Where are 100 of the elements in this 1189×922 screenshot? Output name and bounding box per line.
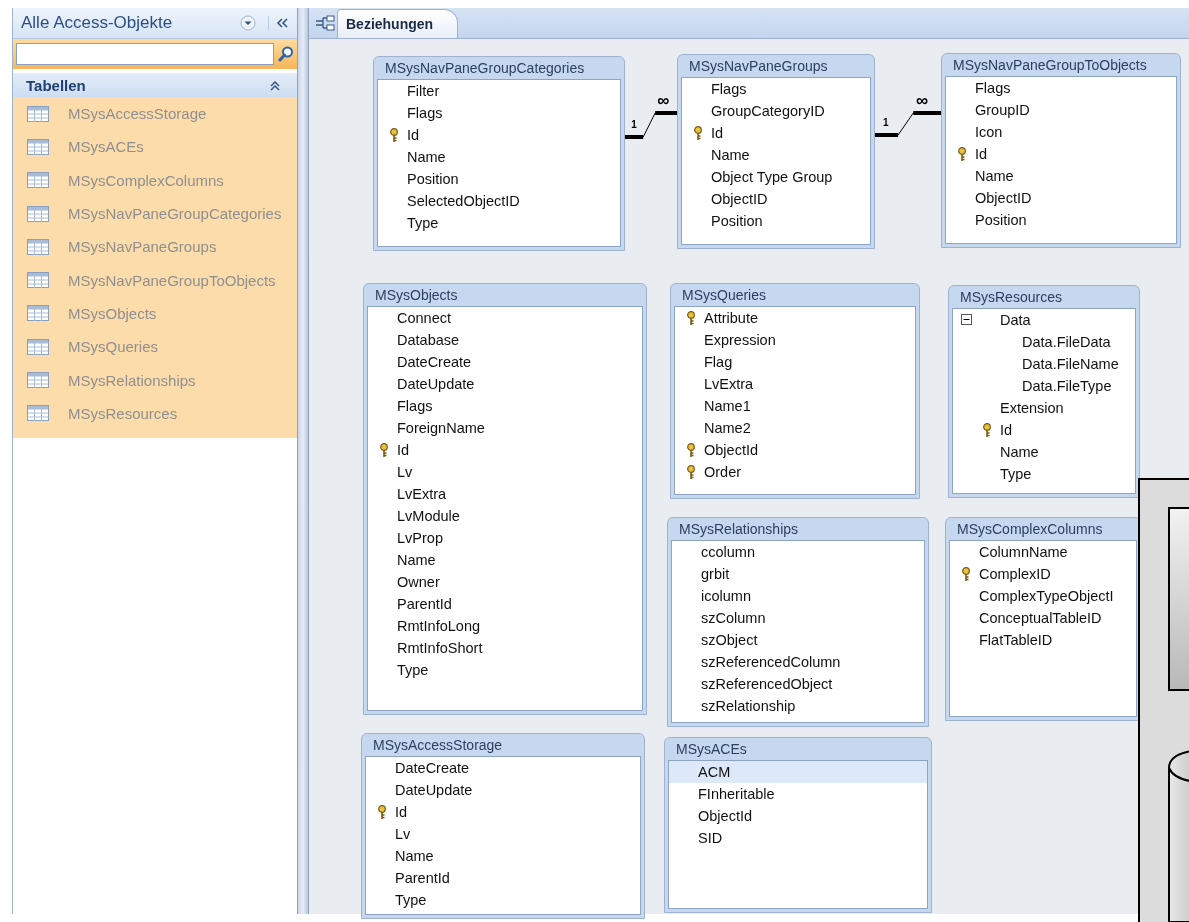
table-title[interactable]: MSysNavPaneGroupToObjects: [945, 54, 1177, 76]
table-title[interactable]: MSysQueries: [674, 284, 916, 306]
field-row[interactable]: szReferencedObject: [672, 673, 924, 695]
field-row[interactable]: Id: [682, 122, 870, 144]
field-row[interactable]: Data.FileData: [953, 331, 1135, 353]
field-row[interactable]: Flags: [946, 77, 1176, 99]
field-row[interactable]: szReferencedColumn: [672, 651, 924, 673]
field-row[interactable]: icolumn: [672, 585, 924, 607]
tab[interactable]: Beziehungen: [337, 9, 459, 38]
field-row[interactable]: SelectedObjectID: [378, 190, 620, 212]
field-row[interactable]: DateCreate: [368, 351, 642, 373]
table-title[interactable]: MSysRelationships: [671, 518, 925, 540]
table-card[interactable]: MSysObjects Connect Database DateCreate DateUpdate Flags ForeignName Id Lv LvExtra LvModule LvProp Name Owner ParentId RmtInfoLong RmtInfoShort Type: [363, 283, 647, 715]
field-row[interactable]: Name: [946, 165, 1176, 187]
field-row[interactable]: ComplexID: [950, 563, 1136, 585]
field-row[interactable]: Object Type Group: [682, 166, 870, 188]
table-card[interactable]: MSysQueries Attribute Expression Flag LvExtra Name1 Name2 ObjectId Order: [670, 283, 920, 499]
field-row[interactable]: FInheritable: [669, 783, 927, 805]
field-row[interactable]: LvExtra: [675, 373, 915, 395]
field-row[interactable]: Flags: [368, 395, 642, 417]
table-card[interactable]: MSysACEs ACM FInheritable ObjectId SID: [664, 737, 932, 913]
field-row[interactable]: Data.FileType: [953, 375, 1135, 397]
field-row[interactable]: Expression: [675, 329, 915, 351]
table-card[interactable]: MSysAccessStorage DateCreate DateUpdate Id Lv Name ParentId Type: [361, 733, 645, 919]
field-row[interactable]: Name: [368, 549, 642, 571]
field-row[interactable]: Connect: [368, 307, 642, 329]
field-row[interactable]: Lv: [368, 461, 642, 483]
field-row[interactable]: DateUpdate: [366, 779, 640, 801]
field-row[interactable]: ObjectId: [675, 439, 915, 461]
field-row[interactable]: RmtInfoShort: [368, 637, 642, 659]
table-card[interactable]: MSysComplexColumns ColumnName ComplexID ComplexTypeObjectI ConceptualTableID FlatTableID: [945, 517, 1141, 721]
table-title[interactable]: MSysAccessStorage: [365, 734, 641, 756]
field-row[interactable]: Flags: [378, 102, 620, 124]
field-row[interactable]: Type: [378, 212, 620, 234]
table-title[interactable]: MSysNavPaneGroups: [681, 55, 871, 77]
field-row[interactable]: Type: [368, 659, 642, 681]
field-row[interactable]: ccolumn: [672, 541, 924, 563]
field-row[interactable]: Attribute: [675, 307, 915, 329]
collapse-icon[interactable]: [961, 314, 972, 325]
field-row[interactable]: ComplexTypeObjectI: [950, 585, 1136, 607]
field-row[interactable]: ACM: [669, 761, 927, 783]
field-row[interactable]: Name: [953, 441, 1135, 463]
field-row[interactable]: FlatTableID: [950, 629, 1136, 651]
table-card[interactable]: MSysNavPaneGroupToObjects Flags GroupID Icon Id Name ObjectID Position: [941, 53, 1181, 248]
search-icon[interactable]: [278, 46, 294, 62]
field-row[interactable]: Id: [946, 143, 1176, 165]
field-row[interactable]: Name: [682, 144, 870, 166]
field-row[interactable]: ParentId: [366, 867, 640, 889]
field-row[interactable]: ForeignName: [368, 417, 642, 439]
field-row[interactable]: Data: [953, 309, 1135, 331]
relationship-line[interactable]: [873, 111, 943, 137]
field-row[interactable]: DateUpdate: [368, 373, 642, 395]
field-row[interactable]: Flag: [675, 351, 915, 373]
field-row[interactable]: Id: [366, 801, 640, 823]
field-row[interactable]: ParentId: [368, 593, 642, 615]
field-row[interactable]: szRelationship: [672, 695, 924, 717]
field-row[interactable]: Position: [378, 168, 620, 190]
relationship-line[interactable]: [623, 111, 679, 139]
field-row[interactable]: Id: [953, 419, 1135, 441]
field-row[interactable]: Filter: [378, 80, 620, 102]
table-title[interactable]: MSysResources: [952, 286, 1136, 308]
field-row[interactable]: Extension: [953, 397, 1135, 419]
field-row[interactable]: Name: [378, 146, 620, 168]
field-row[interactable]: Data.FileName: [953, 353, 1135, 375]
field-row[interactable]: ObjectID: [682, 188, 870, 210]
table-title[interactable]: MSysObjects: [367, 284, 643, 306]
field-row[interactable]: ObjectID: [946, 187, 1176, 209]
field-row[interactable]: DateCreate: [366, 757, 640, 779]
field-row[interactable]: Type: [366, 889, 640, 911]
field-row[interactable]: ConceptualTableID: [950, 607, 1136, 629]
field-row[interactable]: GroupCategoryID: [682, 100, 870, 122]
field-row[interactable]: Id: [368, 439, 642, 461]
field-row[interactable]: Id: [378, 124, 620, 146]
field-row[interactable]: grbit: [672, 563, 924, 585]
dropdown-icon[interactable]: [240, 15, 256, 31]
field-row[interactable]: Order: [675, 461, 915, 483]
field-row[interactable]: Name1: [675, 395, 915, 417]
table-card[interactable]: MSysNavPaneGroups Flags GroupCategoryID Id Name Object Type Group ObjectID Position: [677, 54, 875, 249]
field-row[interactable]: Lv: [366, 823, 640, 845]
field-row[interactable]: Name: [366, 845, 640, 867]
field-row[interactable]: Flags: [682, 78, 870, 100]
field-row[interactable]: Position: [682, 210, 870, 232]
field-row[interactable]: szColumn: [672, 607, 924, 629]
field-row[interactable]: szObject: [672, 629, 924, 651]
field-row[interactable]: GroupID: [946, 99, 1176, 121]
field-row[interactable]: Icon: [946, 121, 1176, 143]
group-header[interactable]: Tabellen: [13, 73, 297, 97]
table-title[interactable]: MSysNavPaneGroupCategories: [377, 57, 621, 79]
field-row[interactable]: Database: [368, 329, 642, 351]
search-field[interactable]: [16, 43, 274, 65]
field-row[interactable]: Type: [953, 463, 1135, 485]
table-card[interactable]: MSysResources Data Data.FileData Data.FileName Data.FileType Extension Id Name Type: [948, 285, 1140, 498]
field-row[interactable]: LvModule: [368, 505, 642, 527]
field-row[interactable]: Position: [946, 209, 1176, 231]
field-row[interactable]: SID: [669, 827, 927, 849]
field-row[interactable]: ObjectId: [669, 805, 927, 827]
field-row[interactable]: LvExtra: [368, 483, 642, 505]
field-row[interactable]: LvProp: [368, 527, 642, 549]
field-row[interactable]: Owner: [368, 571, 642, 593]
table-card[interactable]: MSysRelationships ccolumn grbit icolumn szColumn szObject szReferencedColumn szReferencedObject szRelationship: [667, 517, 929, 727]
